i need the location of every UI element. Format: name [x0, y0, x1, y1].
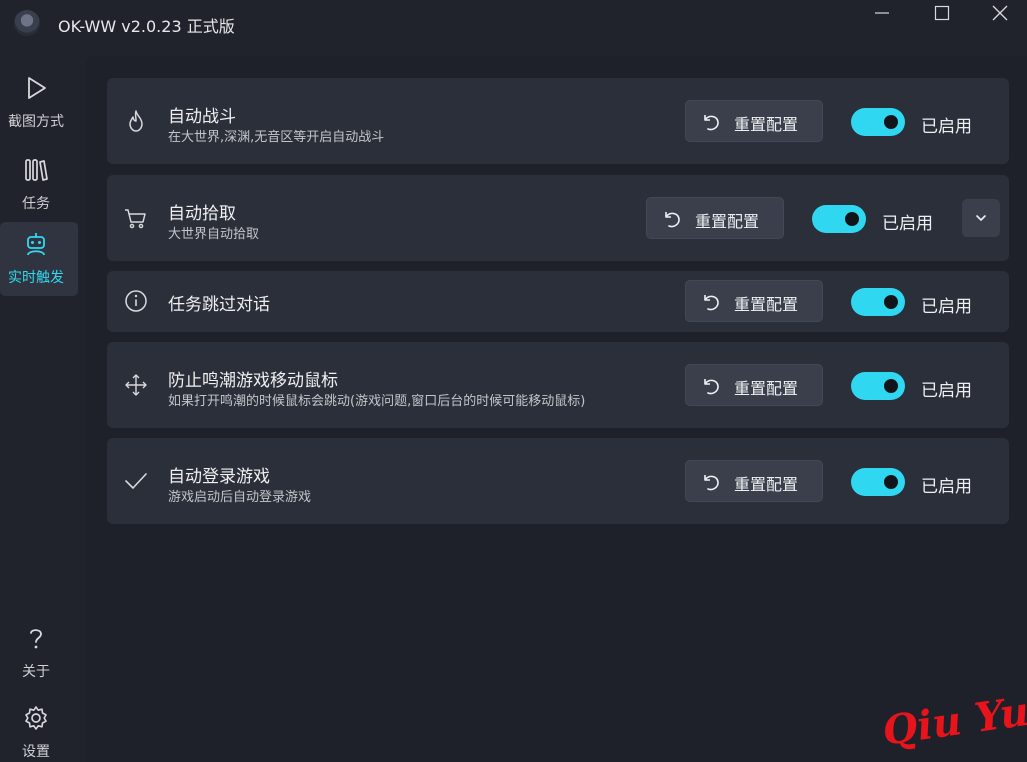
reset-config-button[interactable]: 重置配置 — [685, 100, 823, 142]
fire-icon — [129, 110, 143, 132]
chevron-down-icon — [976, 215, 986, 221]
reset-config-label: 重置配置 — [734, 115, 799, 134]
sidebar-item-realtime-trigger[interactable]: 实时触发 — [0, 222, 78, 296]
toggle-knob — [884, 115, 898, 129]
reset-config-label: 重置配置 — [734, 295, 799, 314]
maximize-button[interactable] — [912, 0, 972, 30]
cart-icon — [125, 209, 146, 229]
sidebar-item-settings[interactable]: 设置 — [0, 696, 78, 762]
reset-config-button[interactable]: 重置配置 — [685, 280, 823, 322]
toggle-knob — [884, 379, 898, 393]
toggle-status-label: 已启用 — [921, 297, 972, 317]
minimize-icon — [875, 12, 889, 14]
library-icon — [25, 159, 48, 181]
card-skip-dialogue: 任务跳过对话 重置配置 已启用 — [107, 271, 1009, 332]
enable-toggle[interactable] — [851, 468, 905, 496]
window-title: OK-WW v2.0.23 正式版 — [58, 17, 235, 36]
card-title: 任务跳过对话 — [168, 295, 270, 315]
title-bar: OK-WW v2.0.23 正式版 — [0, 0, 1027, 48]
info-icon — [125, 290, 147, 312]
maximize-icon — [934, 5, 950, 21]
close-button[interactable] — [970, 0, 1027, 30]
gear-icon — [25, 706, 47, 730]
card-title: 防止鸣潮游戏移动鼠标 — [168, 371, 338, 391]
card-description: 在大世界,深渊,无音区等开启自动战斗 — [168, 130, 385, 145]
reset-config-label: 重置配置 — [734, 379, 799, 398]
toggle-knob — [884, 295, 898, 309]
reset-config-label: 重置配置 — [695, 212, 760, 231]
toggle-status-label: 已启用 — [921, 477, 972, 497]
robot-icon — [27, 233, 45, 256]
app-logo — [14, 10, 40, 36]
undo-icon — [665, 212, 680, 228]
undo-icon — [704, 115, 719, 131]
enable-toggle[interactable] — [812, 205, 866, 233]
card-title: 自动登录游戏 — [168, 467, 270, 487]
sidebar-item-label: 实时触发 — [8, 270, 64, 286]
undo-icon — [704, 475, 719, 491]
card-title: 自动拾取 — [168, 204, 236, 224]
sidebar-item-about[interactable]: 关于 — [0, 616, 78, 690]
move-icon — [125, 374, 147, 396]
undo-icon — [704, 295, 719, 311]
card-description: 如果打开鸣潮的时候鼠标会跳动(游戏问题,窗口后台的时候可能移动鼠标) — [168, 394, 586, 409]
sidebar-item-label: 任务 — [22, 196, 50, 212]
help-icon — [30, 629, 42, 649]
sidebar-item-label: 截图方式 — [8, 114, 64, 130]
play-icon — [28, 77, 46, 99]
sidebar-item-label: 关于 — [22, 664, 50, 680]
card-description: 游戏启动后自动登录游戏 — [168, 490, 312, 505]
reset-config-button[interactable]: 重置配置 — [646, 197, 784, 239]
enable-toggle[interactable] — [851, 108, 905, 136]
reset-config-button[interactable]: 重置配置 — [685, 364, 823, 406]
main-panel: 自动战斗 在大世界,深渊,无音区等开启自动战斗 重置配置 已启用 自动拾取 大世… — [86, 56, 1027, 762]
enable-toggle[interactable] — [851, 372, 905, 400]
check-icon — [125, 473, 147, 489]
undo-icon — [704, 379, 719, 395]
card-prevent-mouse-move: 防止鸣潮游戏移动鼠标 如果打开鸣潮的时候鼠标会跳动(游戏问题,窗口后台的时候可能… — [107, 342, 1009, 428]
card-auto-pickup: 自动拾取 大世界自动拾取 重置配置 已启用 — [107, 175, 1009, 261]
sidebar-item-tasks[interactable]: 任务 — [0, 148, 78, 222]
card-auto-battle: 自动战斗 在大世界,深渊,无音区等开启自动战斗 重置配置 已启用 — [107, 78, 1009, 164]
toggle-knob — [884, 475, 898, 489]
card-description: 大世界自动拾取 — [168, 227, 260, 242]
expand-button[interactable] — [962, 199, 1000, 237]
sidebar: 截图方式 任务 实时触发 关于 设置 — [0, 56, 84, 762]
sidebar-item-label: 设置 — [22, 744, 50, 760]
card-auto-login: 自动登录游戏 游戏启动后自动登录游戏 重置配置 已启用 — [107, 438, 1009, 524]
toggle-status-label: 已启用 — [882, 214, 933, 234]
toggle-status-label: 已启用 — [921, 117, 972, 137]
toggle-status-label: 已启用 — [921, 381, 972, 401]
close-icon — [992, 5, 1008, 21]
reset-config-button[interactable]: 重置配置 — [685, 460, 823, 502]
toggle-knob — [845, 212, 859, 226]
sidebar-item-capture-method[interactable]: 截图方式 — [0, 66, 78, 140]
enable-toggle[interactable] — [851, 288, 905, 316]
card-title: 自动战斗 — [168, 107, 236, 127]
minimize-button[interactable] — [852, 0, 912, 30]
reset-config-label: 重置配置 — [734, 475, 799, 494]
